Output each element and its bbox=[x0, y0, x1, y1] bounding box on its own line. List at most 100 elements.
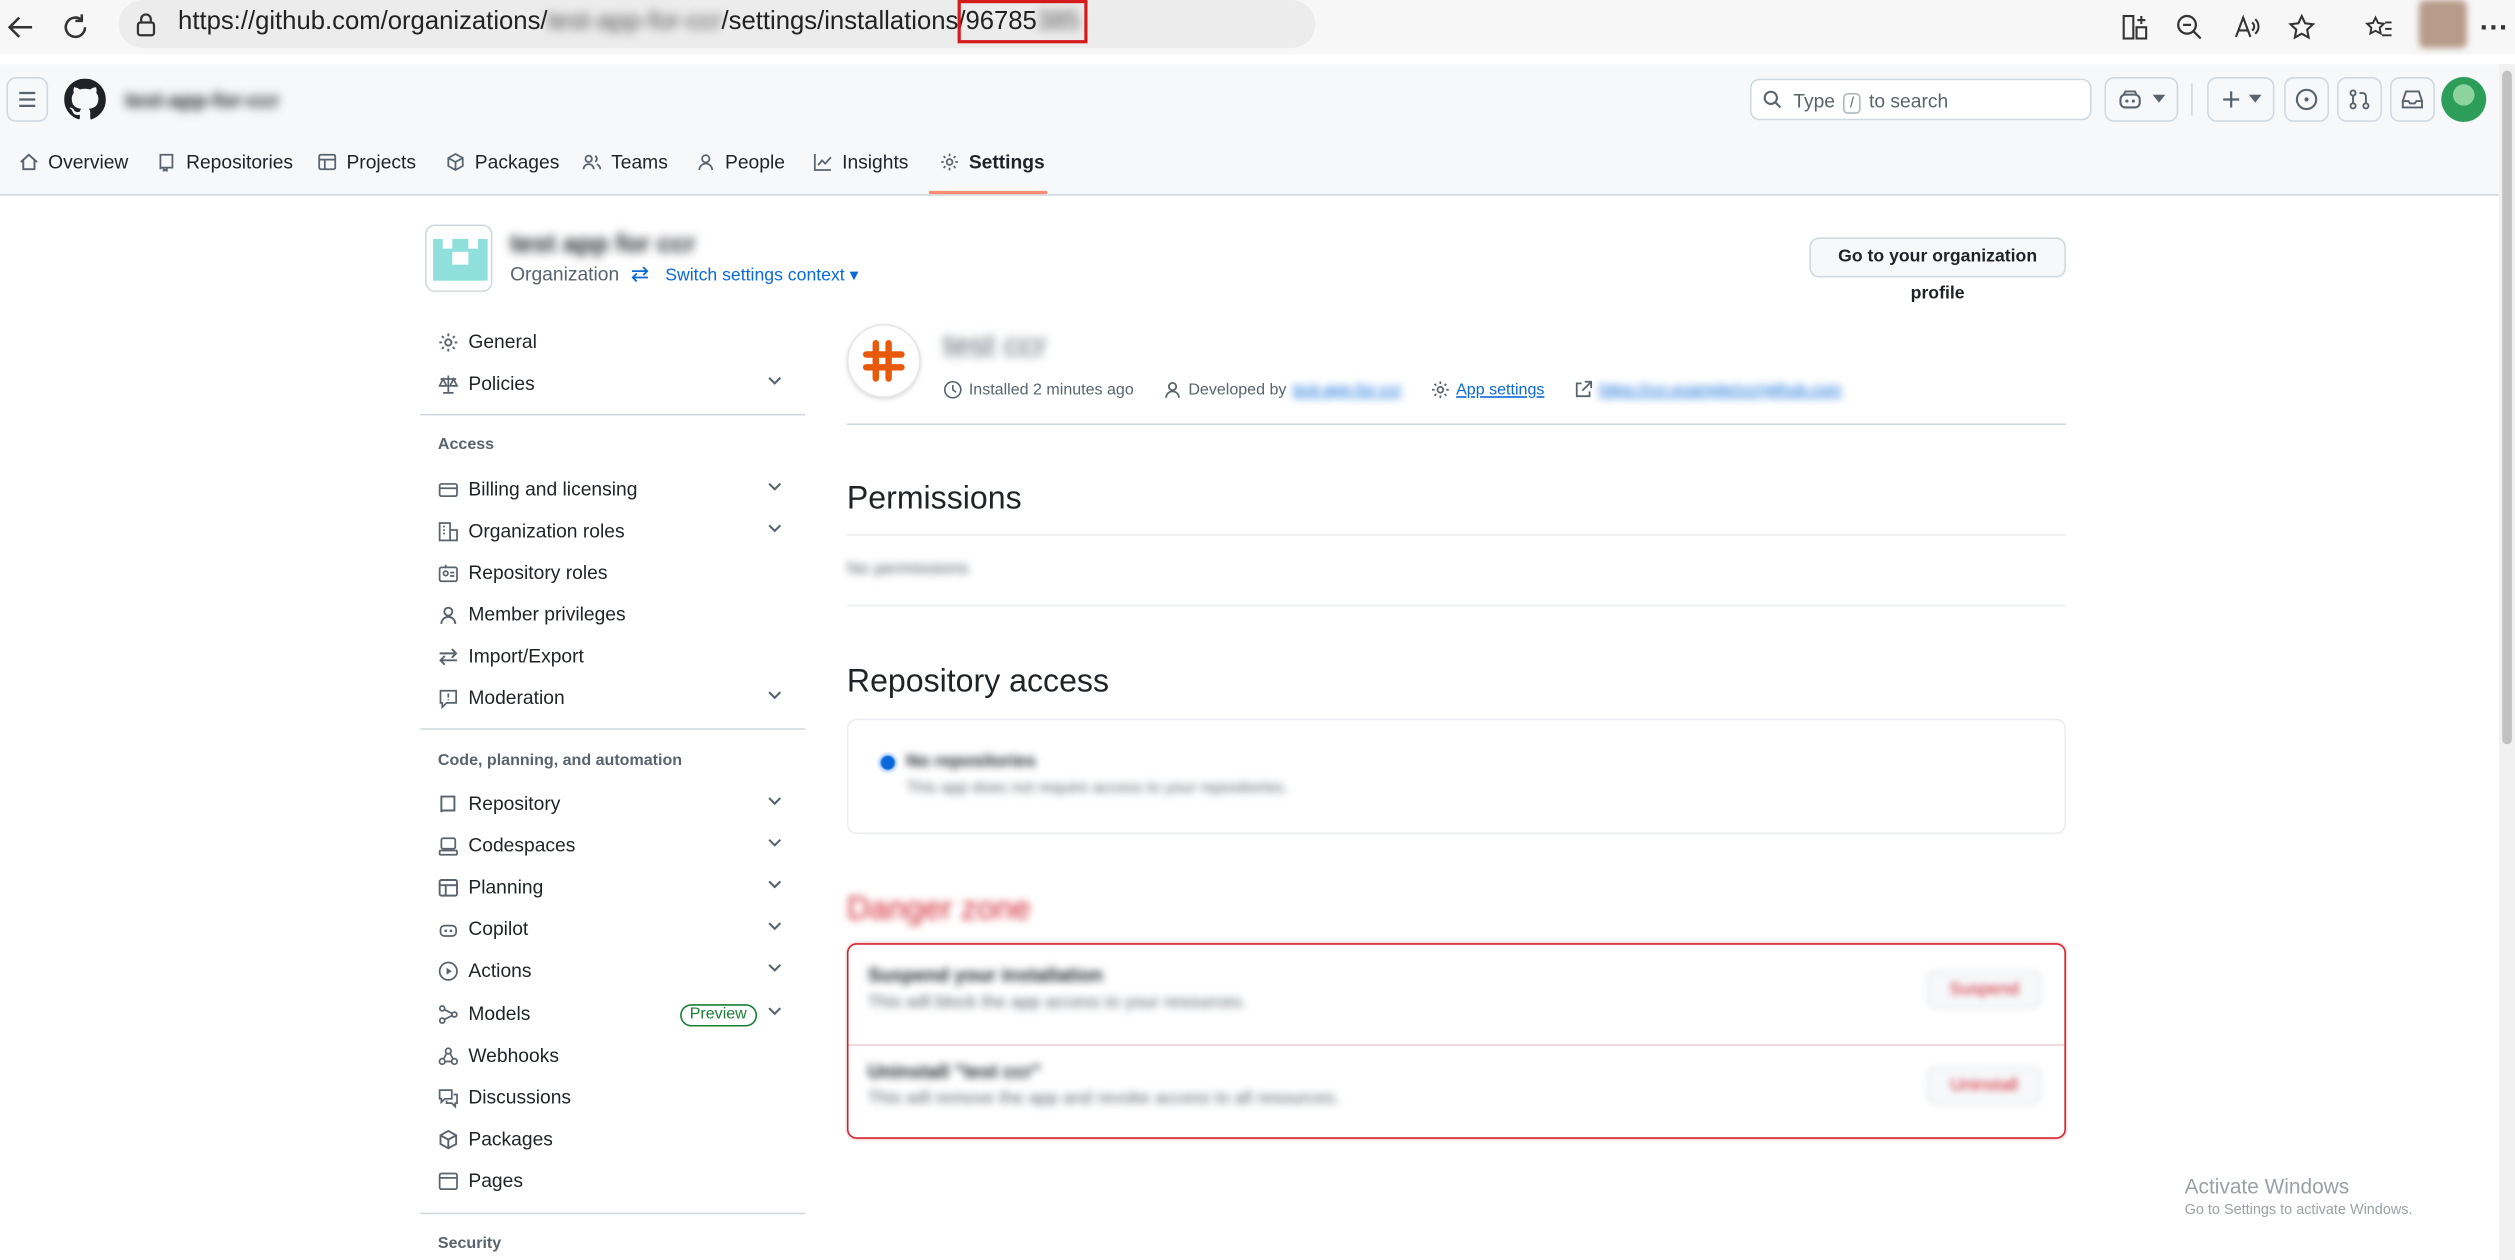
home-icon bbox=[20, 153, 38, 171]
tab-people[interactable]: People bbox=[696, 151, 785, 173]
tab-projects[interactable]: Projects bbox=[318, 151, 416, 173]
sidebar-item-billing[interactable]: Billing and licensing bbox=[436, 472, 795, 507]
app-logo bbox=[846, 324, 921, 398]
sidebar-item-webhooks[interactable]: Webhooks bbox=[436, 1038, 795, 1073]
watermark-line2: Go to Settings to activate Windows. bbox=[2184, 1201, 2413, 1218]
star-icon[interactable] bbox=[2281, 6, 2323, 48]
app-settings-link[interactable]: App settings bbox=[1456, 381, 1544, 399]
org-breadcrumb[interactable]: test-app-for-ccr bbox=[125, 88, 279, 112]
inbox-icon bbox=[2401, 90, 2424, 109]
tab-label: Insights bbox=[842, 150, 909, 174]
tab-label: Teams bbox=[611, 150, 668, 174]
table-icon bbox=[436, 876, 458, 898]
go-to-org-profile-button[interactable]: Go to your organization profile bbox=[1809, 237, 2066, 303]
tab-packages[interactable]: Packages bbox=[446, 151, 559, 173]
tab-selected-indicator bbox=[928, 190, 1048, 195]
suspend-description: This will block the app access to your r… bbox=[867, 992, 1247, 1013]
repository-access-box: No repositories This app does not requir… bbox=[846, 718, 2066, 835]
browser-profile-avatar[interactable] bbox=[2418, 0, 2467, 49]
sidebar-item-organization-roles[interactable]: Organization roles bbox=[436, 513, 795, 548]
person-icon bbox=[698, 154, 714, 171]
tab-teams[interactable]: Teams bbox=[582, 151, 668, 173]
pull-requests-button[interactable] bbox=[2337, 76, 2382, 122]
sidebar-item-import-export[interactable]: Import/Export bbox=[436, 638, 795, 673]
github-logo-icon[interactable] bbox=[64, 78, 106, 121]
sidebar-item-label: Actions bbox=[468, 959, 532, 982]
favorites-icon[interactable] bbox=[2358, 6, 2400, 48]
no-repositories-label: No repositories bbox=[906, 752, 1036, 772]
developer-link[interactable]: test-app-for-ccr bbox=[1293, 381, 1402, 399]
person-icon bbox=[1164, 381, 1180, 398]
user-avatar[interactable] bbox=[2441, 76, 2487, 122]
danger-zone-box: Suspend your installation This will bloc… bbox=[846, 943, 2066, 1139]
address-bar[interactable]: https://github.com/organizations/test-ap… bbox=[118, 0, 1316, 49]
sidebar-item-pages[interactable]: Pages bbox=[436, 1163, 795, 1198]
sidebar-item-repository-roles[interactable]: Repository roles bbox=[436, 555, 795, 590]
no-repositories-radio[interactable] bbox=[880, 755, 896, 770]
tab-label: People bbox=[725, 150, 785, 174]
play-icon bbox=[436, 959, 458, 981]
sidebar-divider bbox=[420, 1212, 806, 1215]
uninstall-title: Uninstall "test ccr" bbox=[867, 1060, 1042, 1083]
tab-label: Settings bbox=[968, 150, 1045, 174]
people-icon bbox=[582, 154, 602, 170]
sidebar-divider bbox=[420, 728, 806, 730]
sidebar-item-codespaces[interactable]: Codespaces bbox=[436, 828, 795, 863]
suspend-row: Suspend your installation This will bloc… bbox=[867, 945, 2042, 1038]
back-icon[interactable] bbox=[0, 6, 42, 48]
search-icon bbox=[1763, 90, 1782, 109]
switch-settings-context-link[interactable]: Switch settings context ▾ bbox=[665, 266, 858, 285]
copilot-icon bbox=[436, 917, 458, 939]
sidebar-item-moderation[interactable]: Moderation bbox=[436, 680, 795, 715]
sidebar-item-label: Codespaces bbox=[468, 834, 576, 857]
sidebar-item-actions[interactable]: Actions bbox=[436, 953, 795, 988]
tab-repositories[interactable]: Repositories bbox=[157, 151, 293, 173]
divider bbox=[2191, 83, 2193, 116]
browser-toolbar: https://github.com/organizations/test-ap… bbox=[0, 0, 2515, 55]
sidebar-item-label: Organization roles bbox=[468, 519, 625, 543]
tab-overview[interactable]: Overview bbox=[19, 151, 128, 173]
url-text[interactable]: https://github.com/organizations/test-ap… bbox=[178, 0, 1088, 44]
suspend-title: Suspend your installation bbox=[867, 964, 1104, 987]
uninstall-button[interactable]: Uninstall bbox=[1926, 1066, 2042, 1106]
sidebar-item-planning[interactable]: Planning bbox=[436, 869, 795, 904]
zoom-out-icon[interactable] bbox=[2169, 6, 2211, 48]
sidebar-item-repository[interactable]: Repository bbox=[436, 786, 795, 821]
apps-icon[interactable] bbox=[2114, 6, 2156, 48]
inbox-button[interactable] bbox=[2389, 76, 2435, 122]
sidebar-item-discussions[interactable]: Discussions bbox=[436, 1079, 795, 1114]
sidebar-item-label: Moderation bbox=[468, 686, 565, 709]
refresh-icon[interactable] bbox=[55, 6, 97, 48]
sidebar-item-member-privileges[interactable]: Member privileges bbox=[436, 597, 795, 632]
table-icon bbox=[318, 153, 337, 171]
id-badge-icon bbox=[436, 561, 458, 583]
homepage-link[interactable]: https://ccr.example/ccr/github.com bbox=[1599, 381, 1841, 399]
copilot-button[interactable] bbox=[2104, 76, 2179, 122]
danger-zone-heading: Danger zone bbox=[846, 891, 1031, 928]
sidebar-item-general[interactable]: General bbox=[436, 324, 795, 359]
lock-icon bbox=[136, 13, 156, 37]
sidebar-item-label: Member privileges bbox=[468, 603, 626, 626]
sidebar-item-copilot[interactable]: Copilot bbox=[436, 911, 795, 946]
tab-insights[interactable]: Insights bbox=[813, 151, 908, 173]
scrollbar-thumb[interactable] bbox=[2502, 70, 2512, 745]
sidebar-item-policies[interactable]: Policies bbox=[436, 366, 795, 401]
sidebar-item-label: Webhooks bbox=[468, 1044, 559, 1067]
pull-request-icon bbox=[2349, 89, 2370, 110]
create-new-button[interactable] bbox=[2207, 76, 2275, 122]
sidebar-item-label: Pages bbox=[468, 1169, 523, 1192]
sidebar-item-label: Planning bbox=[468, 875, 544, 899]
search-input[interactable]: Type / to search bbox=[1749, 78, 2092, 121]
hamburger-menu-icon[interactable] bbox=[6, 76, 49, 122]
suspend-button[interactable]: Suspend bbox=[1926, 970, 2042, 1009]
github-header: test-app-for-ccr Type / to search bbox=[0, 64, 2500, 135]
sidebar-item-packages[interactable]: Packages bbox=[436, 1121, 795, 1156]
developed-by-label: Developed by bbox=[1188, 380, 1287, 399]
read-aloud-icon[interactable] bbox=[2226, 6, 2268, 48]
sidebar-item-label: Discussions bbox=[468, 1085, 572, 1109]
more-icon[interactable]: ··· bbox=[2473, 6, 2515, 48]
page-scrollbar[interactable] bbox=[2499, 64, 2515, 1260]
tab-settings[interactable]: Settings bbox=[940, 151, 1045, 173]
sidebar-item-label: Copilot bbox=[468, 917, 529, 940]
issues-button[interactable] bbox=[2284, 76, 2330, 122]
